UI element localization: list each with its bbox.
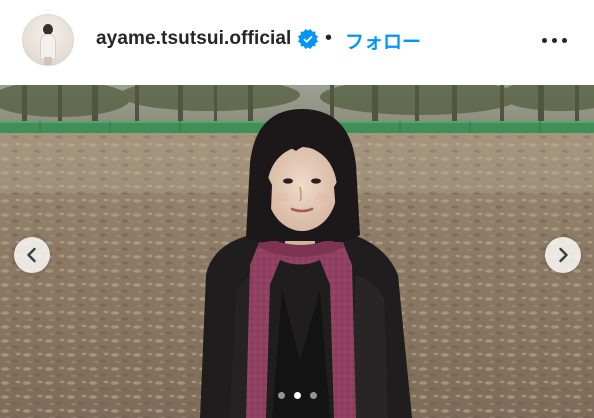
post-photo: [0, 85, 594, 418]
chevron-left-icon: [27, 247, 36, 263]
avatar-figure-legs: [44, 57, 52, 65]
carousel-prev-button[interactable]: [14, 237, 50, 273]
more-options-icon[interactable]: [540, 32, 570, 48]
chevron-right-icon: [559, 247, 568, 263]
carousel-dot-1: [278, 392, 285, 399]
verified-badge-icon: [298, 29, 318, 49]
carousel-next-button[interactable]: [545, 237, 581, 273]
carousel-dot-2-active: [294, 392, 301, 399]
instagram-post: ayame.tsutsui.official • フォロー: [0, 0, 594, 418]
carousel-indicator: [278, 392, 318, 402]
post-header: ayame.tsutsui.official • フォロー: [0, 0, 594, 84]
follow-button[interactable]: フォロー: [345, 27, 421, 54]
post-image: [0, 85, 594, 418]
carousel-dot-3: [310, 392, 317, 399]
username-link[interactable]: ayame.tsutsui.official: [96, 28, 291, 50]
profile-avatar[interactable]: [22, 14, 74, 66]
header-separator: •: [325, 27, 333, 49]
